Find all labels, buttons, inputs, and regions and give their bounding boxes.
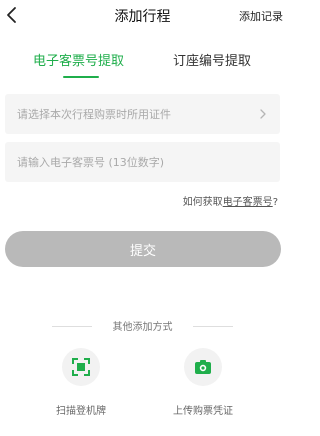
upload-receipt-button[interactable]: 上传购票凭证: [160, 348, 246, 424]
add-record-button[interactable]: 添加记录: [239, 8, 283, 24]
ticket-number-input[interactable]: 请输入电子客票号 (13位数字): [5, 142, 280, 182]
tab-booking-code[interactable]: 订座编号提取: [173, 50, 251, 69]
scan-icon-circle: [62, 348, 100, 386]
tab-ticket-number[interactable]: 电子客票号提取: [33, 50, 124, 69]
ticket-number-placeholder: 请输入电子客票号 (13位数字): [17, 156, 165, 169]
camera-icon-circle: [184, 348, 222, 386]
scan-icon: [72, 358, 90, 376]
help-prefix: 如何获取: [182, 197, 223, 208]
other-methods-divider: 其他添加方式: [0, 318, 285, 334]
scan-boarding-pass-button[interactable]: 扫描登机牌: [38, 348, 124, 424]
add-trip-page: 添加行程 添加记录 电子客票号提取 订座编号提取 请选择本次行程购票时所用证件 …: [0, 0, 285, 436]
top-nav: 添加行程 添加记录: [0, 0, 285, 32]
upload-receipt-label: 上传购票凭证: [173, 406, 233, 417]
submit-button[interactable]: 提交: [5, 231, 281, 267]
certificate-select[interactable]: 请选择本次行程购票时所用证件: [5, 94, 280, 134]
ticket-number-help-link[interactable]: 电子客票号: [223, 197, 273, 208]
camera-icon: [195, 360, 211, 374]
chevron-right-icon: [260, 109, 266, 119]
scan-boarding-pass-label: 扫描登机牌: [56, 406, 106, 417]
tab-bar: 电子客票号提取 订座编号提取: [0, 50, 285, 78]
other-methods-title: 其他添加方式: [112, 322, 173, 333]
certificate-select-placeholder: 请选择本次行程购票时所用证件: [17, 108, 171, 121]
divider-right: [193, 326, 233, 327]
help-text: 如何获取电子客票号?: [183, 193, 278, 208]
active-tab-indicator: [63, 76, 99, 78]
help-suffix: ?: [272, 197, 278, 208]
